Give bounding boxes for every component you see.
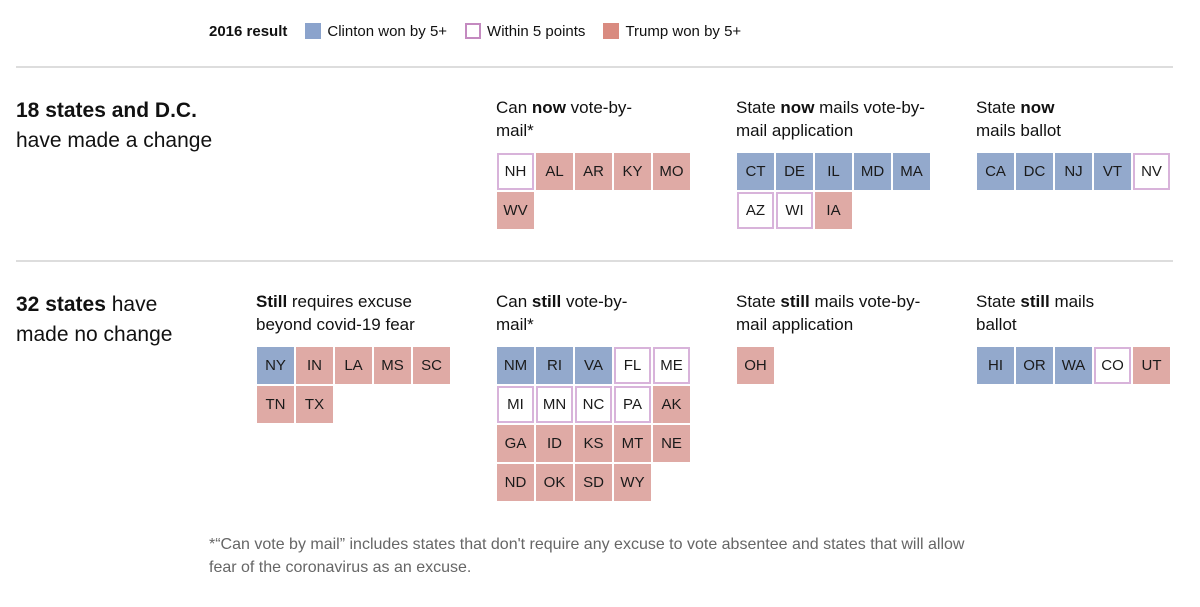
state-tile-al: AL [536,153,573,190]
tile-grid: NH AL AR KY MO WV [497,153,697,231]
title-pre: State [976,98,1021,117]
state-tile-fl: FL [614,347,651,384]
legend-label: Trump won by 5+ [625,22,742,40]
state-tile-mn: MN [536,386,573,423]
legend-swatch-trump [603,23,620,39]
state-tile-ok: OK [536,464,573,501]
group-title: State now mails vote-by-mail application [736,96,936,142]
legend-swatch-within [465,23,482,39]
state-tile-ga: GA [497,425,534,462]
state-tile-mt: MT [614,425,651,462]
tile-grid: HI OR WA CO UT [977,347,1177,386]
legend-swatch-clinton [305,23,322,39]
group-title: Can now vote-by-mail* [496,96,646,142]
state-tile-ia: IA [815,192,852,229]
state-tile-tn: TN [257,386,294,423]
state-tile-ms: MS [374,347,411,384]
state-tile-ks: KS [575,425,612,462]
legend-item-trump: Trump won by 5+ [603,23,741,40]
state-tile-hi: HI [977,347,1014,384]
state-tile-ma: MA [893,153,930,190]
section-heading-bold: 18 states and D.C. [16,99,197,122]
title-pre: Can [496,98,532,117]
state-tile-or: OR [1016,347,1053,384]
state-tile-oh: OH [737,347,774,384]
state-tile-az: AZ [737,192,774,229]
group-title: Can still vote-by-mail* [496,290,646,336]
state-tile-mo: MO [653,153,690,190]
divider [16,260,1173,262]
state-tile-dc: DC [1016,153,1053,190]
section-heading-unchanged: 32 states have made no change [16,290,206,350]
legend-label: Clinton won by 5+ [327,22,448,40]
state-tile-wy: WY [614,464,651,501]
title-post: mails ballot [976,121,1062,140]
state-tile-il: IL [815,153,852,190]
state-tile-ut: UT [1133,347,1170,384]
legend-title: 2016 result [209,22,288,40]
tile-grid: NM RI VA FL ME MI MN NC PA AK GA ID KS MT NE ND OK SD WY [497,347,697,503]
title-bold: still [780,292,810,311]
state-tile-wa: WA [1055,347,1092,384]
state-tile-co: CO [1094,347,1131,384]
group-title: State now mails ballot [976,96,1096,142]
state-tile-ny: NY [257,347,294,384]
state-tile-ar: AR [575,153,612,190]
state-tile-md: MD [854,153,891,190]
footnote: *“Can vote by mail” includes states that… [209,536,965,576]
title-bold: Still [256,292,288,311]
section-heading-changed: 18 states and D.C. have made a change [16,96,216,156]
divider [16,66,1173,68]
title-pre: State [736,98,781,117]
legend-item-within: Within 5 points [465,23,585,40]
title-bold: now [1020,98,1055,117]
state-tile-tx: TX [296,386,333,423]
state-tile-nv: NV [1133,153,1170,190]
legend-label: Within 5 points [487,22,586,40]
tile-grid: NY IN LA MS SC TN TX [257,347,457,425]
state-tile-la: LA [335,347,372,384]
title-bold: still [1020,292,1050,311]
state-tile-nj: NJ [1055,153,1092,190]
group-title: State still mails ballot [976,290,1096,336]
tile-grid: CT DE IL MD MA AZ WI IA [737,153,937,231]
state-tile-wv: WV [497,192,534,229]
group-title: Still requires excuse beyond covid-19 fe… [256,290,456,336]
tile-grid: CA DC NJ VT NV [977,153,1177,192]
state-tile-nd: ND [497,464,534,501]
state-tile-va: VA [575,347,612,384]
state-tile-me: ME [653,347,690,384]
state-tile-wi: WI [776,192,813,229]
tile-grid: OH [737,347,937,386]
state-tile-ri: RI [536,347,573,384]
title-bold: still [531,292,562,311]
state-tile-sd: SD [575,464,612,501]
state-tile-ct: CT [737,153,774,190]
group-title: State still mails vote-by-mail applicati… [736,290,936,336]
state-tile-de: DE [776,153,813,190]
state-tile-id: ID [536,425,573,462]
title-pre: State [976,292,1021,311]
title-pre: Can [496,292,532,311]
state-tile-ca: CA [977,153,1014,190]
section-heading-rest: have made a change [16,129,213,152]
state-tile-pa: PA [614,386,651,423]
section-heading-bold: 32 states [16,293,106,316]
state-tile-in: IN [296,347,333,384]
title-bold: now [780,98,815,117]
title-pre: State [736,292,781,311]
state-tile-ak: AK [653,386,690,423]
title-bold: now [531,98,566,117]
state-tile-ne: NE [653,425,690,462]
state-tile-ky: KY [614,153,651,190]
legend: 2016 result Clinton won by 5+ Within 5 p… [209,20,759,42]
state-tile-nm: NM [497,347,534,384]
state-tile-vt: VT [1094,153,1131,190]
state-tile-sc: SC [413,347,450,384]
state-tile-nh: NH [497,153,534,190]
legend-item-clinton: Clinton won by 5+ [305,23,447,40]
state-tile-nc: NC [575,386,612,423]
state-tile-mi: MI [497,386,534,423]
